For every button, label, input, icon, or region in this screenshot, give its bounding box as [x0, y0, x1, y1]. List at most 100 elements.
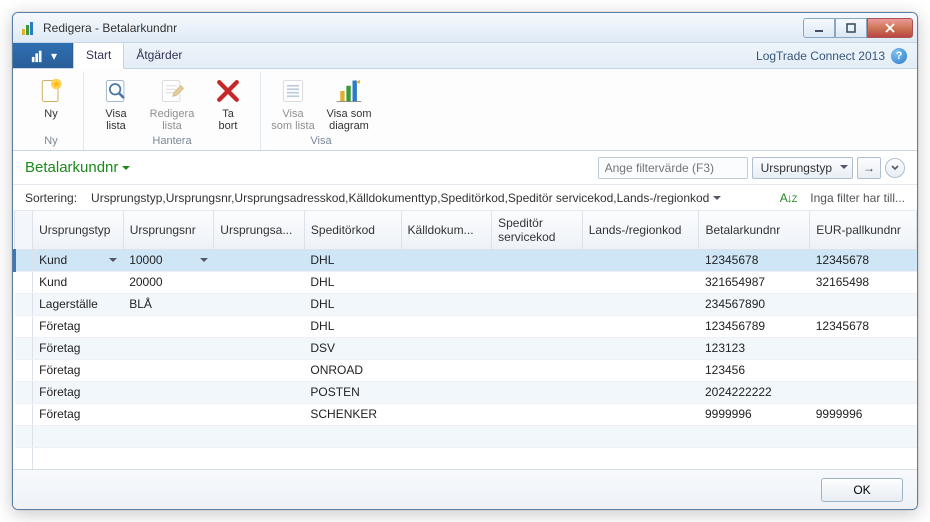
cell[interactable]: 9999996 — [810, 403, 917, 425]
row-selector[interactable] — [15, 359, 33, 381]
new-button[interactable]: Ny — [25, 72, 77, 133]
cell[interactable] — [401, 381, 492, 403]
cell[interactable] — [123, 403, 214, 425]
column-header[interactable]: Källdokum... — [401, 211, 492, 249]
cell[interactable] — [582, 403, 699, 425]
cell[interactable]: Företag — [33, 337, 124, 359]
cell[interactable] — [492, 293, 583, 315]
table-row[interactable]: Företag ONROAD 123456 — [15, 359, 917, 381]
cell[interactable]: 2024222222 — [699, 381, 810, 403]
cell[interactable] — [492, 271, 583, 293]
show-as-list-button[interactable]: Visa som lista — [267, 72, 319, 133]
cell[interactable] — [582, 337, 699, 359]
cell[interactable]: 12345678 — [810, 315, 917, 337]
cell[interactable] — [582, 315, 699, 337]
cell[interactable]: 32165498 — [810, 271, 917, 293]
cell[interactable]: DHL — [304, 249, 401, 271]
cell[interactable]: 9999996 — [699, 403, 810, 425]
cell[interactable] — [401, 249, 492, 271]
cell[interactable]: Kund — [33, 249, 124, 271]
apply-filter-button[interactable]: → — [857, 157, 881, 179]
cell[interactable]: DHL — [304, 271, 401, 293]
column-header[interactable]: EUR-pallkundnr — [810, 211, 917, 249]
cell[interactable]: 123456789 — [699, 315, 810, 337]
cell[interactable] — [810, 337, 917, 359]
cell[interactable]: DHL — [304, 315, 401, 337]
cell[interactable] — [810, 359, 917, 381]
ok-button[interactable]: OK — [821, 478, 903, 502]
cell[interactable] — [214, 403, 305, 425]
filter-value-input[interactable] — [598, 157, 748, 179]
column-header[interactable]: Speditörkod — [304, 211, 401, 249]
row-selector[interactable] — [15, 293, 33, 315]
column-header[interactable]: Ursprungstyp — [33, 211, 124, 249]
cell[interactable]: Företag — [33, 403, 124, 425]
column-header[interactable]: Betalarkundnr — [699, 211, 810, 249]
cell[interactable]: Företag — [33, 359, 124, 381]
cell[interactable]: 12345678 — [699, 249, 810, 271]
cell[interactable] — [401, 271, 492, 293]
cell[interactable] — [582, 293, 699, 315]
cell[interactable]: 12345678 — [810, 249, 917, 271]
table-row[interactable]: LagerställeBLÅ DHL 234567890 — [15, 293, 917, 315]
table-row[interactable]: Kund20000 DHL 32165498732165498 — [15, 271, 917, 293]
minimize-button[interactable] — [803, 18, 835, 38]
cell[interactable] — [582, 249, 699, 271]
filter-field-combo[interactable]: Ursprungstyp — [752, 157, 853, 179]
cell[interactable]: SCHENKER — [304, 403, 401, 425]
cell[interactable] — [401, 359, 492, 381]
delete-button[interactable]: Ta bort — [202, 72, 254, 133]
cell[interactable] — [492, 337, 583, 359]
show-as-chart-button[interactable]: Visa som diagram — [323, 72, 375, 133]
cell[interactable]: BLÅ — [123, 293, 214, 315]
data-grid[interactable]: UrsprungstypUrsprungsnrUrsprungsa...Sped… — [13, 211, 917, 469]
cell[interactable] — [401, 337, 492, 359]
cell[interactable] — [492, 381, 583, 403]
close-button[interactable] — [867, 18, 913, 38]
cell[interactable]: Lagerställe — [33, 293, 124, 315]
cell[interactable] — [492, 359, 583, 381]
edit-list-button[interactable]: Redigera lista — [146, 72, 198, 133]
cell[interactable] — [492, 315, 583, 337]
row-selector[interactable] — [15, 337, 33, 359]
cell[interactable]: 10000 — [123, 249, 214, 271]
cell[interactable]: 234567890 — [699, 293, 810, 315]
help-icon[interactable]: ? — [891, 48, 907, 64]
cell[interactable]: DHL — [304, 293, 401, 315]
cell[interactable]: 20000 — [123, 271, 214, 293]
cell[interactable] — [582, 359, 699, 381]
cell[interactable] — [214, 293, 305, 315]
column-header[interactable]: Ursprungsnr — [123, 211, 214, 249]
column-header[interactable]: Lands-/regionkod — [582, 211, 699, 249]
table-row[interactable]: Företag DSV 123123 — [15, 337, 917, 359]
row-selector[interactable] — [15, 381, 33, 403]
tab-actions[interactable]: Åtgärder — [124, 43, 195, 68]
table-row[interactable]: FöretagPOSTEN2024222222 — [15, 381, 917, 403]
cell[interactable]: 321654987 — [699, 271, 810, 293]
maximize-button[interactable] — [835, 18, 867, 38]
column-header[interactable]: Ursprungsa... — [214, 211, 305, 249]
cell[interactable] — [214, 271, 305, 293]
row-selector[interactable] — [15, 249, 33, 271]
cell[interactable]: Företag — [33, 381, 124, 403]
cell[interactable] — [492, 249, 583, 271]
cell[interactable] — [401, 293, 492, 315]
cell[interactable]: ONROAD — [304, 359, 401, 381]
cell[interactable]: DSV — [304, 337, 401, 359]
cell[interactable] — [401, 403, 492, 425]
cell[interactable] — [123, 337, 214, 359]
view-title-dropdown[interactable]: Betalarkundnr — [25, 159, 130, 176]
cell[interactable] — [810, 293, 917, 315]
sort-direction-button[interactable]: A↓Z — [780, 191, 797, 205]
cell[interactable]: 123123 — [699, 337, 810, 359]
table-row[interactable]: Företag SCHENKER 99999969999996 — [15, 403, 917, 425]
cell[interactable]: Kund — [33, 271, 124, 293]
column-header[interactable]: Speditör servicekod — [492, 211, 583, 249]
file-menu-button[interactable]: ▾ — [13, 43, 73, 68]
cell[interactable] — [123, 359, 214, 381]
view-list-button[interactable]: Visa lista — [90, 72, 142, 133]
row-selector[interactable] — [15, 315, 33, 337]
cell[interactable]: 123456 — [699, 359, 810, 381]
cell[interactable]: Företag — [33, 315, 124, 337]
table-row[interactable]: Kund10000 DHL 1234567812345678 — [15, 249, 917, 271]
